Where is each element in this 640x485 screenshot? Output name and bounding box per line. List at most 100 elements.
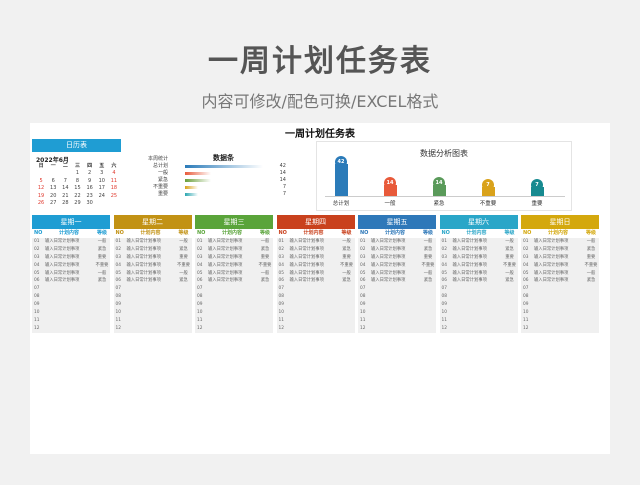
- task-row[interactable]: 03 输入日常计划事项 重要: [195, 254, 273, 262]
- calendar-day[interactable]: 21: [59, 193, 71, 200]
- task-level[interactable]: 紧急: [176, 246, 192, 254]
- task-content[interactable]: [126, 285, 176, 293]
- task-row[interactable]: 01 输入日常计划事项 一般: [521, 238, 599, 246]
- task-row[interactable]: 04 输入日常计划事项 不重要: [32, 262, 110, 270]
- task-level[interactable]: [94, 301, 110, 309]
- task-level[interactable]: [176, 317, 192, 325]
- task-level[interactable]: [94, 309, 110, 317]
- task-level[interactable]: 重要: [420, 254, 436, 262]
- task-content[interactable]: 输入日常计划事项: [533, 270, 583, 278]
- task-row[interactable]: 07: [358, 285, 436, 293]
- task-level[interactable]: [94, 317, 110, 325]
- task-level[interactable]: 一般: [257, 238, 273, 246]
- task-level[interactable]: [339, 309, 355, 317]
- task-level[interactable]: [257, 317, 273, 325]
- task-level[interactable]: [339, 285, 355, 293]
- task-content[interactable]: [533, 309, 583, 317]
- task-content[interactable]: [452, 317, 502, 325]
- task-level[interactable]: [420, 293, 436, 301]
- task-row[interactable]: 11: [440, 317, 518, 325]
- task-content[interactable]: 输入日常计划事项: [533, 277, 583, 285]
- task-row[interactable]: 08: [195, 293, 273, 301]
- task-level[interactable]: [257, 293, 273, 301]
- calendar-day[interactable]: 24: [96, 193, 108, 200]
- task-level[interactable]: 紧急: [94, 246, 110, 254]
- task-row[interactable]: 01 输入日常计划事项 一般: [114, 238, 192, 246]
- task-content[interactable]: 输入日常计划事项: [44, 254, 94, 262]
- task-content[interactable]: [44, 317, 94, 325]
- task-content[interactable]: 输入日常计划事项: [370, 238, 420, 246]
- task-row[interactable]: 07: [277, 285, 355, 293]
- task-content[interactable]: [533, 285, 583, 293]
- task-row[interactable]: 07: [32, 285, 110, 293]
- task-content[interactable]: 输入日常计划事项: [207, 246, 257, 254]
- task-row[interactable]: 09: [114, 301, 192, 309]
- task-level[interactable]: 不重要: [257, 262, 273, 270]
- task-row[interactable]: 02 输入日常计划事项 紧急: [440, 246, 518, 254]
- task-content[interactable]: [370, 293, 420, 301]
- task-level[interactable]: 紧急: [339, 277, 355, 285]
- task-row[interactable]: 04 输入日常计划事项 不重要: [114, 262, 192, 270]
- task-row[interactable]: 02 输入日常计划事项 紧急: [195, 246, 273, 254]
- calendar-day[interactable]: 28: [59, 200, 71, 207]
- task-level[interactable]: 紧急: [502, 246, 518, 254]
- task-content[interactable]: [207, 293, 257, 301]
- task-row[interactable]: 09: [358, 301, 436, 309]
- task-content[interactable]: [44, 309, 94, 317]
- task-level[interactable]: [502, 309, 518, 317]
- task-content[interactable]: 输入日常计划事项: [452, 238, 502, 246]
- task-row[interactable]: 06 输入日常计划事项 紧急: [358, 277, 436, 285]
- task-row[interactable]: 10: [114, 309, 192, 317]
- calendar-day[interactable]: 13: [47, 185, 59, 192]
- task-level[interactable]: 不重要: [176, 262, 192, 270]
- calendar-day[interactable]: [47, 170, 59, 177]
- task-row[interactable]: 05 输入日常计划事项 一般: [358, 270, 436, 278]
- task-row[interactable]: 12: [114, 325, 192, 333]
- calendar-day[interactable]: 16: [84, 185, 96, 192]
- task-level[interactable]: 重要: [583, 254, 599, 262]
- task-row[interactable]: 11: [277, 317, 355, 325]
- task-content[interactable]: 输入日常计划事项: [289, 246, 339, 254]
- task-content[interactable]: 输入日常计划事项: [126, 238, 176, 246]
- task-level[interactable]: [502, 301, 518, 309]
- task-level[interactable]: 一般: [420, 270, 436, 278]
- task-row[interactable]: 11: [195, 317, 273, 325]
- task-level[interactable]: 重要: [94, 254, 110, 262]
- task-row[interactable]: 03 输入日常计划事项 重要: [114, 254, 192, 262]
- task-content[interactable]: 输入日常计划事项: [289, 262, 339, 270]
- task-level[interactable]: [420, 285, 436, 293]
- task-content[interactable]: 输入日常计划事项: [452, 262, 502, 270]
- task-content[interactable]: 输入日常计划事项: [44, 262, 94, 270]
- task-content[interactable]: [44, 301, 94, 309]
- task-level[interactable]: [339, 317, 355, 325]
- task-level[interactable]: 一般: [420, 238, 436, 246]
- task-content[interactable]: 输入日常计划事项: [452, 246, 502, 254]
- task-row[interactable]: 06 输入日常计划事项 紧急: [195, 277, 273, 285]
- task-level[interactable]: 紧急: [176, 277, 192, 285]
- calendar-day[interactable]: [35, 170, 47, 177]
- calendar-day[interactable]: 4: [108, 170, 120, 177]
- task-row[interactable]: 09: [195, 301, 273, 309]
- calendar-day[interactable]: 22: [71, 193, 83, 200]
- task-content[interactable]: [289, 293, 339, 301]
- task-row[interactable]: 02 输入日常计划事项 紧急: [277, 246, 355, 254]
- calendar-day[interactable]: 20: [47, 193, 59, 200]
- task-row[interactable]: 04 输入日常计划事项 不重要: [440, 262, 518, 270]
- task-row[interactable]: 10: [358, 309, 436, 317]
- task-content[interactable]: 输入日常计划事项: [44, 270, 94, 278]
- task-row[interactable]: 10: [32, 309, 110, 317]
- task-row[interactable]: 07: [440, 285, 518, 293]
- task-level[interactable]: [583, 293, 599, 301]
- task-row[interactable]: 07: [195, 285, 273, 293]
- task-level[interactable]: [583, 325, 599, 333]
- task-level[interactable]: [502, 293, 518, 301]
- task-content[interactable]: [370, 301, 420, 309]
- task-content[interactable]: [452, 309, 502, 317]
- task-row[interactable]: 05 输入日常计划事项 一般: [440, 270, 518, 278]
- task-content[interactable]: [533, 301, 583, 309]
- task-content[interactable]: [126, 309, 176, 317]
- calendar-day[interactable]: 25: [108, 193, 120, 200]
- task-content[interactable]: [44, 325, 94, 333]
- task-content[interactable]: [126, 325, 176, 333]
- task-row[interactable]: 10: [195, 309, 273, 317]
